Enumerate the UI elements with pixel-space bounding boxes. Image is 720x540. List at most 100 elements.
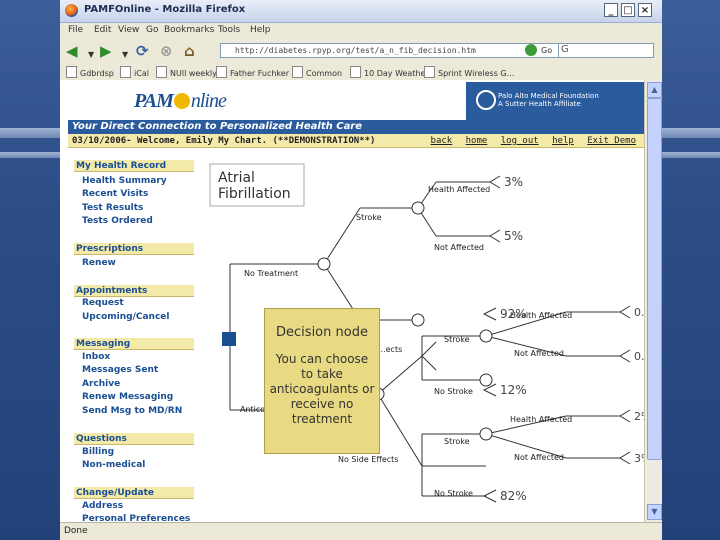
tooltip-body: You can choose to take anticoagulants or… bbox=[269, 352, 375, 426]
branch-stroke-3: Stroke bbox=[444, 437, 470, 446]
menu-view[interactable]: View bbox=[118, 25, 139, 35]
home-icon[interactable]: ⌂ bbox=[184, 43, 195, 59]
bookmark-item[interactable]: Father Fuchker bbox=[216, 66, 289, 78]
percent-label: 3% bbox=[634, 452, 644, 465]
sidebar-item-billing[interactable]: Billing bbox=[82, 447, 114, 458]
menu-edit[interactable]: Edit bbox=[94, 25, 111, 35]
help-link[interactable]: help bbox=[552, 136, 574, 146]
decision-node-tooltip: Decision node You can choose to take ant… bbox=[264, 308, 380, 454]
window-title: PAMFOnline - Mozilla Firefox bbox=[84, 4, 246, 15]
bookmark-item[interactable]: Sprint Wireless G... bbox=[424, 66, 514, 78]
home-link[interactable]: home bbox=[466, 136, 488, 146]
section-messaging: Messaging bbox=[74, 338, 194, 350]
pamf-logo-icon bbox=[476, 90, 496, 110]
percent-label: 0.5% bbox=[634, 350, 644, 363]
sidebar: My Health Record Health Summary Recent V… bbox=[68, 160, 194, 522]
close-button[interactable]: × bbox=[638, 3, 652, 17]
sidebar-item-renew[interactable]: Renew bbox=[82, 258, 116, 269]
url-field[interactable]: http://diabetes.rpyp.org/test/a_n_fib_de… bbox=[220, 43, 576, 58]
web-page: PAM nline Palo Alto Medical Foundation A S… bbox=[60, 80, 644, 522]
sidebar-item-non-medical[interactable]: Non-medical bbox=[82, 460, 145, 471]
bookmark-icon bbox=[156, 66, 167, 78]
status-bar: Done bbox=[60, 522, 662, 540]
sidebar-item-upcoming-cancel[interactable]: Upcoming/Cancel bbox=[82, 312, 169, 323]
dropdown-icon[interactable]: ▼ bbox=[88, 47, 94, 63]
section-my-health-record: My Health Record bbox=[74, 160, 194, 172]
forward-arrow-icon[interactable]: ▶ bbox=[100, 43, 112, 59]
scroll-up-icon[interactable]: ▲ bbox=[647, 82, 662, 98]
go-button-label[interactable]: Go bbox=[541, 46, 552, 55]
menu-go[interactable]: Go bbox=[146, 25, 158, 35]
bookmark-icon bbox=[424, 66, 435, 78]
sidebar-item-messages-sent[interactable]: Messages Sent bbox=[82, 365, 158, 376]
percent-label: 5% bbox=[504, 229, 523, 243]
back-link[interactable]: back bbox=[431, 136, 453, 146]
chance-node bbox=[411, 201, 425, 215]
branch-no-stroke-2: No Stroke bbox=[434, 489, 473, 498]
chance-node bbox=[479, 329, 493, 343]
firefox-icon bbox=[65, 4, 78, 17]
bookmark-item[interactable]: 10 Day Weather bbox=[350, 66, 429, 78]
percent-label: 3% bbox=[504, 175, 523, 189]
sidebar-item-health-summary[interactable]: Health Summary bbox=[82, 176, 167, 187]
bookmark-item[interactable]: NUll weekly bbox=[156, 66, 217, 78]
scroll-thumb[interactable] bbox=[647, 98, 662, 460]
sidebar-item-archive[interactable]: Archive bbox=[82, 379, 120, 390]
branch-anticoag: Antico bbox=[240, 405, 265, 414]
status-text: Done bbox=[64, 526, 88, 536]
sidebar-item-recent-visits[interactable]: Recent Visits bbox=[82, 189, 148, 200]
pamf-online-logo: PAM nline bbox=[134, 90, 227, 112]
branch-health-affected-3: Health Affected bbox=[510, 415, 572, 424]
menu-bookmarks[interactable]: Bookmarks bbox=[164, 25, 214, 35]
sidebar-item-renew-messaging[interactable]: Renew Messaging bbox=[82, 392, 173, 403]
sidebar-item-send-msg[interactable]: Send Msg to MD/RN bbox=[82, 406, 182, 417]
chance-node bbox=[479, 373, 493, 387]
percent-label: 2% bbox=[634, 410, 644, 423]
scroll-down-icon[interactable]: ▼ bbox=[647, 504, 662, 520]
minimize-button[interactable]: _ bbox=[604, 3, 618, 17]
sidebar-item-inbox[interactable]: Inbox bbox=[82, 352, 110, 363]
sidebar-item-test-results[interactable]: Test Results bbox=[82, 203, 143, 214]
bookmark-item[interactable]: iCal bbox=[120, 66, 149, 78]
branch-no-side-effects: No Side Effects bbox=[338, 455, 398, 464]
org-name: Palo Alto Medical Foundation A Sutter Hea… bbox=[498, 92, 599, 108]
back-arrow-icon[interactable]: ◀ bbox=[66, 43, 78, 59]
exit-demo-link[interactable]: Exit Demo bbox=[587, 136, 636, 146]
sidebar-item-request[interactable]: Request bbox=[82, 298, 124, 309]
dropdown-icon[interactable]: ▼ bbox=[122, 47, 128, 63]
go-icon[interactable] bbox=[525, 44, 537, 56]
branch-no-stroke: No Stroke bbox=[434, 387, 473, 396]
menu-bar: File Edit View Go Bookmarks Tools Help bbox=[60, 23, 662, 39]
sidebar-item-address[interactable]: Address bbox=[82, 501, 123, 512]
bookmark-icon bbox=[216, 66, 227, 78]
menu-tools[interactable]: Tools bbox=[218, 25, 240, 35]
menu-file[interactable]: File bbox=[68, 25, 83, 35]
reload-icon[interactable]: ⟳ bbox=[136, 43, 149, 59]
bookmark-item[interactable]: Gdbrdsp bbox=[66, 66, 114, 78]
logout-link[interactable]: log out bbox=[501, 136, 539, 146]
section-questions: Questions bbox=[74, 433, 194, 445]
tree-title-line1: Atrial bbox=[218, 170, 255, 186]
sidebar-item-tests-ordered[interactable]: Tests Ordered bbox=[82, 216, 153, 227]
search-input[interactable]: G bbox=[558, 43, 654, 58]
tooltip-title: Decision node bbox=[276, 325, 368, 340]
search-icon: G bbox=[561, 44, 569, 55]
branch-not-affected-3: Not Affected bbox=[514, 453, 564, 462]
sidebar-item-personal-preferences[interactable]: Personal Preferences bbox=[82, 514, 190, 522]
chance-node bbox=[479, 427, 493, 441]
bookmark-icon bbox=[292, 66, 303, 78]
bookmark-item[interactable]: Common bbox=[292, 66, 342, 78]
title-bar: PAMFOnline - Mozilla Firefox _ □ × bbox=[60, 0, 662, 23]
bookmark-icon bbox=[120, 66, 131, 78]
menu-help[interactable]: Help bbox=[250, 25, 271, 35]
vertical-scrollbar[interactable]: ▲ ▼ bbox=[644, 80, 662, 522]
branch-stroke: Stroke bbox=[356, 213, 382, 222]
stop-icon[interactable]: ⊗ bbox=[160, 43, 173, 59]
maximize-button[interactable]: □ bbox=[621, 3, 635, 17]
percent-label: 82% bbox=[500, 489, 527, 503]
branch-not-affected: Not Affected bbox=[434, 243, 484, 252]
branch-not-affected-2: Not Affected bbox=[514, 349, 564, 358]
percent-label: 0.3% bbox=[634, 306, 644, 319]
branch-stroke-2: Stroke bbox=[444, 335, 470, 344]
bookmark-icon bbox=[350, 66, 361, 78]
